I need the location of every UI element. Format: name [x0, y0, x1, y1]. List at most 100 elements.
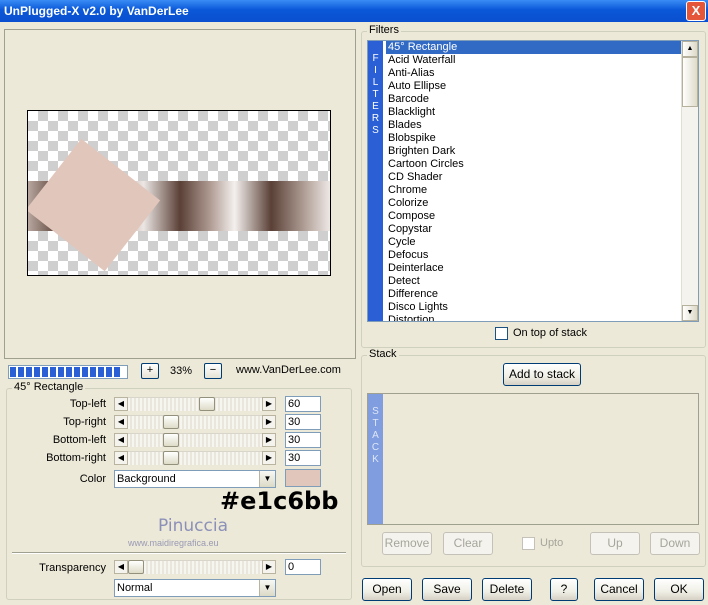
- scroll-up-arrow[interactable]: ▲: [682, 41, 698, 57]
- filter-item[interactable]: Deinterlace: [386, 262, 681, 275]
- bottom-left-slider[interactable]: [128, 433, 262, 447]
- top-left-right-arrow[interactable]: ▶: [262, 397, 276, 411]
- top-right-left-arrow[interactable]: ◀: [114, 415, 128, 429]
- filters-scrollbar[interactable]: ▲ ▼: [681, 41, 698, 321]
- preview-pane[interactable]: [4, 29, 356, 359]
- progress-segment: [114, 367, 120, 377]
- strip-letter: S: [372, 125, 379, 136]
- preview-image[interactable]: [27, 110, 331, 276]
- filter-item[interactable]: Difference: [386, 288, 681, 301]
- progress-segment: [74, 367, 80, 377]
- bottom-right-left-arrow[interactable]: ◀: [114, 451, 128, 465]
- strip-letter: S: [372, 406, 379, 417]
- strip-letter: T: [372, 89, 379, 100]
- bottom-right-right-arrow[interactable]: ▶: [262, 451, 276, 465]
- bottom-right-label: Bottom-right: [46, 452, 106, 464]
- strip-letter: I: [374, 65, 377, 76]
- bottom-left-left-arrow[interactable]: ◀: [114, 433, 128, 447]
- close-button[interactable]: X: [686, 1, 706, 21]
- top-right-label: Top-right: [63, 416, 106, 428]
- filter-item[interactable]: Blobspike: [386, 132, 681, 145]
- filters-list[interactable]: FILTERS 45° Rectangle Acid Waterfall Anti-…: [367, 40, 699, 322]
- transparency-slider[interactable]: [128, 560, 262, 574]
- add-to-stack-button[interactable]: Add to stack: [503, 363, 581, 386]
- top-right-slider-thumb[interactable]: [163, 415, 179, 429]
- filter-item[interactable]: Disco Lights: [386, 301, 681, 314]
- stack-group-title: Stack: [367, 348, 399, 360]
- bottom-right-input[interactable]: 30: [285, 450, 321, 466]
- top-right-input[interactable]: 30: [285, 414, 321, 430]
- top-left-input[interactable]: 60: [285, 396, 321, 412]
- on-top-checkbox[interactable]: [495, 327, 508, 340]
- transparency-left-arrow[interactable]: ◀: [114, 560, 128, 574]
- transparency-right-arrow[interactable]: ▶: [262, 560, 276, 574]
- ok-button[interactable]: OK: [654, 578, 704, 601]
- filter-item[interactable]: Blades: [386, 119, 681, 132]
- color-swatch[interactable]: [285, 469, 321, 487]
- down-button[interactable]: Down: [650, 532, 700, 555]
- chevron-down-icon: ▼: [259, 580, 275, 596]
- filter-item[interactable]: Colorize: [386, 197, 681, 210]
- strip-letter: K: [372, 454, 379, 465]
- filter-item[interactable]: Anti-Alias: [386, 67, 681, 80]
- top-right-right-arrow[interactable]: ▶: [262, 415, 276, 429]
- clear-button[interactable]: Clear: [443, 532, 493, 555]
- scroll-thumb[interactable]: [682, 57, 698, 107]
- filter-item[interactable]: Copystar: [386, 223, 681, 236]
- filters-group-title: Filters: [367, 24, 401, 36]
- progress-segment: [106, 367, 112, 377]
- top-left-slider-thumb[interactable]: [199, 397, 215, 411]
- zoom-out-button[interactable]: −: [204, 363, 222, 379]
- progress-segment: [18, 367, 24, 377]
- cancel-button[interactable]: Cancel: [594, 578, 644, 601]
- transparency-input[interactable]: 0: [285, 559, 321, 575]
- bottom-left-right-arrow[interactable]: ▶: [262, 433, 276, 447]
- window-title: UnPlugged-X v2.0 by VanDerLee: [4, 4, 189, 18]
- progress-segment: [98, 367, 104, 377]
- help-button[interactable]: ?: [550, 578, 578, 601]
- top-right-slider[interactable]: [128, 415, 262, 429]
- filter-item[interactable]: Blacklight: [386, 106, 681, 119]
- filter-item[interactable]: Cartoon Circles: [386, 158, 681, 171]
- scroll-down-arrow[interactable]: ▼: [682, 305, 698, 321]
- divider: [12, 552, 346, 554]
- save-button[interactable]: Save: [422, 578, 472, 601]
- filter-item[interactable]: Defocus: [386, 249, 681, 262]
- up-button[interactable]: Up: [590, 532, 640, 555]
- top-left-slider[interactable]: [128, 397, 262, 411]
- filter-item[interactable]: Cycle: [386, 236, 681, 249]
- zoom-value: 33%: [169, 365, 193, 377]
- filter-item[interactable]: Detect: [386, 275, 681, 288]
- website-link[interactable]: www.VanDerLee.com: [236, 364, 341, 376]
- bottom-left-input[interactable]: 30: [285, 432, 321, 448]
- transparency-label: Transparency: [39, 562, 106, 574]
- filter-item[interactable]: Chrome: [386, 184, 681, 197]
- strip-letter: F: [372, 53, 379, 64]
- remove-button[interactable]: Remove: [382, 532, 432, 555]
- filter-item[interactable]: CD Shader: [386, 171, 681, 184]
- bottom-right-slider-thumb[interactable]: [163, 451, 179, 465]
- stack-list[interactable]: STACK: [367, 393, 699, 525]
- filter-item[interactable]: Distortion: [386, 314, 681, 321]
- zoom-in-button[interactable]: +: [141, 363, 159, 379]
- transparency-slider-thumb[interactable]: [128, 560, 144, 574]
- delete-button[interactable]: Delete: [482, 578, 532, 601]
- bottom-left-slider-thumb[interactable]: [163, 433, 179, 447]
- open-button[interactable]: Open: [362, 578, 412, 601]
- filter-item[interactable]: 45° Rectangle: [386, 41, 681, 54]
- filter-item[interactable]: Brighten Dark: [386, 145, 681, 158]
- filter-item[interactable]: Compose: [386, 210, 681, 223]
- blend-mode-select[interactable]: Normal ▼: [114, 579, 276, 597]
- filter-item[interactable]: Acid Waterfall: [386, 54, 681, 67]
- filter-item[interactable]: Barcode: [386, 93, 681, 106]
- color-source-select[interactable]: Background ▼: [114, 470, 276, 488]
- on-top-label: On top of stack: [513, 327, 587, 339]
- bottom-right-slider[interactable]: [128, 451, 262, 465]
- filter-item[interactable]: Auto Ellipse: [386, 80, 681, 93]
- top-left-left-arrow[interactable]: ◀: [114, 397, 128, 411]
- watermark-url: www.maidiregrafica.eu: [128, 538, 219, 548]
- upto-checkbox[interactable]: [522, 537, 535, 550]
- strip-letter: C: [371, 442, 380, 453]
- progress-segment: [10, 367, 16, 377]
- preview-rectangle: [28, 138, 161, 272]
